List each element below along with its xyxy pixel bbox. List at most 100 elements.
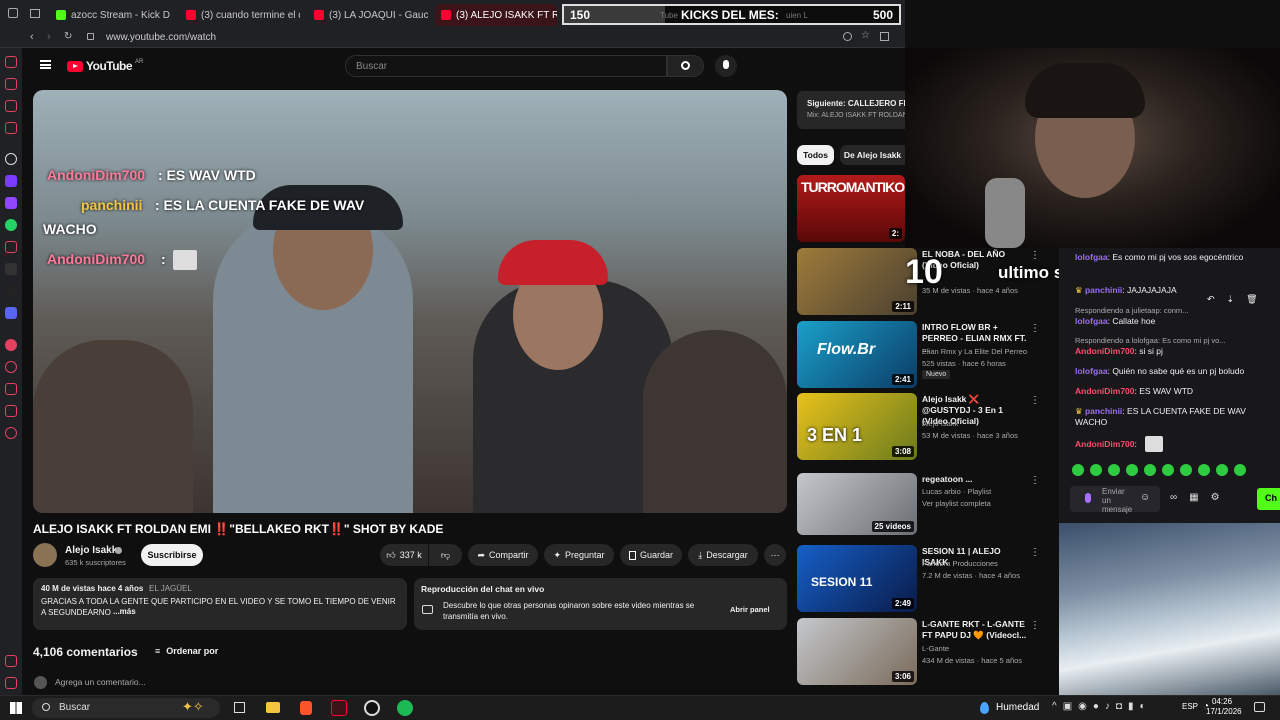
spotify-icon[interactable] [397, 700, 413, 716]
task-view-icon[interactable] [234, 702, 245, 713]
emote-icon[interactable] [1108, 464, 1120, 476]
recommendation-title[interactable]: regeatoon ... [922, 474, 1027, 485]
emote-icon[interactable] [1198, 464, 1210, 476]
instagram-icon[interactable] [5, 241, 17, 253]
channel-name[interactable]: Alejo Isakk [65, 545, 117, 556]
twitch-icon[interactable] [5, 197, 17, 209]
emote-icon[interactable] [1180, 464, 1192, 476]
history-icon[interactable] [5, 361, 17, 373]
pin-icon[interactable]: ⇣ [1227, 294, 1235, 305]
video-player[interactable]: AndoniDim700 : ES WAV WTD panchinii : ES… [33, 90, 787, 513]
notification-icon[interactable] [1254, 702, 1265, 712]
brave-icon[interactable] [300, 701, 312, 715]
emote-icon[interactable] [1162, 464, 1174, 476]
more-options-icon[interactable]: ⋮ [1030, 620, 1040, 631]
more-options-icon[interactable]: ⋮ [1030, 475, 1040, 486]
tab-list-icon[interactable] [30, 9, 40, 18]
youtube-logo[interactable]: YouTube AR [67, 59, 143, 73]
recommendation-thumbnail[interactable]: Flow.Br 2:41 [797, 321, 917, 388]
chat-user[interactable]: AndoniDim700 [1075, 386, 1135, 396]
chatgpt-icon[interactable] [5, 153, 17, 165]
description-more[interactable]: ...más [111, 607, 136, 616]
recommendation-thumbnail[interactable]: TURROMANTIKO 2: [797, 175, 905, 242]
emote-icon[interactable] [1090, 464, 1102, 476]
download-button[interactable]: ⤓ Descargar [688, 544, 758, 566]
next-up-card[interactable]: Siguiente: CALLEJERO FIN Mix: ALEJO ISAK… [797, 91, 911, 129]
tab-youtube-1[interactable]: (3) cuando termine el día [180, 4, 300, 26]
forward-icon[interactable]: › [47, 31, 51, 43]
playlist-thumbnail[interactable]: 25 videos [797, 473, 917, 535]
emote-icon[interactable] [1126, 464, 1138, 476]
emote-icon[interactable] [1072, 464, 1084, 476]
emoji-icon[interactable]: ☺ [1140, 492, 1150, 503]
tab-youtube-2[interactable]: (3) LA JOAQUI - Gaucho [308, 4, 428, 26]
chat-user[interactable]: lolofgaa [1075, 366, 1108, 376]
chip-channel[interactable]: De Alejo Isakk [840, 145, 905, 165]
sidebar-app-icon[interactable] [5, 677, 17, 689]
file-explorer-icon[interactable] [266, 702, 280, 713]
app-icon[interactable] [331, 700, 347, 716]
subscribe-button[interactable]: Suscribirse [141, 544, 203, 566]
chat-user[interactable]: AndoniDim700 [1075, 346, 1135, 356]
reload-icon[interactable]: ↻ [64, 31, 72, 42]
clock-date[interactable]: 17/1/2026 [1206, 707, 1242, 716]
zoom-icon[interactable] [843, 32, 852, 41]
chat-input[interactable]: Enviar un mensaje ☺ [1070, 486, 1160, 514]
windows-start-icon[interactable] [10, 702, 22, 714]
menu-icon[interactable] [40, 60, 51, 69]
language-indicator[interactable]: ESP [1182, 702, 1198, 711]
view-playlist-link[interactable]: Ver playlist completa [922, 498, 1052, 509]
recommendation-thumbnail[interactable]: SESION 11 2:49 [797, 545, 917, 612]
save-button[interactable]: Guardar [620, 544, 682, 566]
whatsapp-icon[interactable] [5, 219, 17, 231]
sidebar-app-icon[interactable] [5, 100, 17, 112]
tiktok-icon[interactable] [5, 263, 17, 275]
tab-youtube-active[interactable]: (3) ALEJO ISAKK FT ROLD [435, 4, 557, 26]
gift-icon[interactable]: ▦ [1189, 492, 1198, 503]
recommendation-thumbnail[interactable]: 2:11 [797, 248, 917, 315]
recommendation-thumbnail[interactable]: 3 EN 1 3:08 [797, 393, 917, 460]
like-button[interactable]: 👍︎ 337 k [380, 544, 428, 566]
sidebar-app-icon[interactable] [5, 655, 17, 667]
url-field[interactable]: www.youtube.com/watch [106, 32, 216, 43]
more-options-icon[interactable]: ⋮ [1030, 395, 1040, 406]
sidebar-app-icon[interactable] [5, 383, 17, 395]
search-button[interactable] [667, 55, 704, 77]
x-icon[interactable] [5, 285, 17, 297]
voice-search-button[interactable] [715, 55, 737, 77]
emote-icon[interactable] [1234, 464, 1246, 476]
sidebar-app-icon[interactable] [5, 122, 17, 134]
tab-kick[interactable]: azocc Stream - Kick Desi [50, 4, 170, 26]
more-actions-button[interactable]: ⋯ [764, 544, 786, 566]
recommendation-title[interactable]: L-GANTE RKT - L-GANTE FT PAPU DJ 🧡 (Vide… [922, 619, 1027, 641]
settings-icon[interactable] [5, 427, 17, 439]
sort-button[interactable]: ≡ Ordenar por [155, 646, 218, 656]
messenger-icon[interactable] [5, 175, 17, 187]
settings-icon[interactable]: ⚙ [1211, 492, 1220, 503]
channel-avatar[interactable] [33, 543, 57, 567]
chat-user[interactable]: panchinii [1085, 285, 1122, 295]
ask-button[interactable]: ✦ Preguntar [544, 544, 614, 566]
delete-icon[interactable]: 🗑︎ [1246, 294, 1257, 305]
obs-icon[interactable] [364, 700, 380, 716]
recommendation-thumbnail[interactable]: 3:06 [797, 618, 917, 685]
sidebar-app-icon[interactable] [5, 339, 17, 351]
chat-user[interactable]: AndoniDim700 [1075, 439, 1135, 449]
sidebar-app-icon[interactable] [5, 405, 17, 417]
clock-time[interactable]: 04:26 [1212, 697, 1232, 706]
emote-icon[interactable] [1216, 464, 1228, 476]
tray-icons[interactable]: ^▣◉●♪◘▮◐ [1052, 701, 1152, 712]
sidebar-app-icon[interactable] [5, 78, 17, 90]
taskbar-search[interactable]: Buscar ✦✧ [32, 698, 220, 718]
dislike-button[interactable]: 👎︎ [429, 544, 462, 566]
weather-label[interactable]: Humedad [996, 702, 1039, 713]
share-button[interactable]: ➦ Compartir [468, 544, 538, 566]
more-options-icon[interactable]: ⋮ [1030, 250, 1040, 261]
tab-actions-icon[interactable] [8, 8, 18, 18]
description-box[interactable]: 40 M de vistas hace 4 años EL JAGÜEL GRA… [33, 578, 407, 630]
chat-user[interactable]: panchinii [1085, 406, 1122, 416]
back-icon[interactable]: ‹ [30, 31, 34, 43]
discord-icon[interactable] [5, 307, 17, 319]
sidebar-app-icon[interactable] [5, 56, 17, 68]
search-input[interactable]: Buscar [345, 55, 667, 77]
